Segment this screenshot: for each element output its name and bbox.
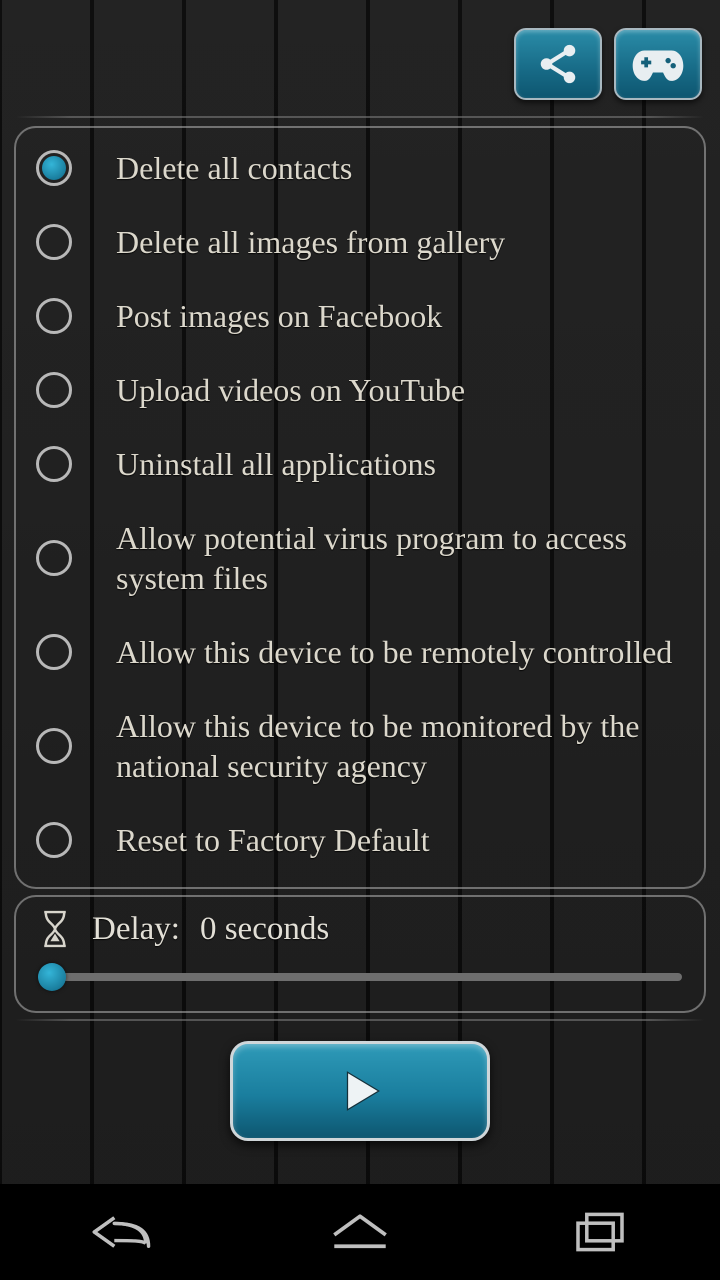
radio-button[interactable]: [36, 446, 72, 482]
option-label: Allow this device to be monitored by the…: [116, 706, 684, 786]
delay-panel: Delay: 0 seconds: [14, 895, 706, 1013]
option-label: Post images on Facebook: [116, 296, 442, 336]
delay-label: Delay:: [92, 911, 180, 948]
android-navbar: [0, 1184, 720, 1280]
option-label: Uninstall all applications: [116, 444, 436, 484]
option-label: Delete all images from gallery: [116, 222, 505, 262]
share-icon: [535, 41, 581, 87]
option-row[interactable]: Allow this device to be monitored by the…: [36, 706, 684, 786]
radio-button[interactable]: [36, 298, 72, 334]
option-label: Reset to Factory Default: [116, 820, 430, 860]
slider-thumb[interactable]: [38, 963, 66, 991]
home-icon: [328, 1212, 392, 1252]
option-row[interactable]: Reset to Factory Default: [36, 820, 684, 860]
nav-recents-button[interactable]: [510, 1196, 690, 1268]
option-label: Delete all contacts: [116, 148, 352, 188]
options-panel[interactable]: Delete all contacts Delete all images fro…: [14, 126, 706, 889]
option-row[interactable]: Delete all contacts: [36, 148, 684, 188]
option-row[interactable]: Allow this device to be remotely control…: [36, 632, 684, 672]
hourglass-icon: [38, 909, 72, 949]
nav-home-button[interactable]: [270, 1196, 450, 1268]
radio-button[interactable]: [36, 540, 72, 576]
option-row[interactable]: Upload videos on YouTube: [36, 370, 684, 410]
back-icon: [85, 1212, 155, 1252]
share-button[interactable]: [514, 28, 602, 100]
divider: [16, 116, 704, 118]
divider: [16, 1019, 704, 1021]
games-button[interactable]: [614, 28, 702, 100]
delay-value: 0 seconds: [200, 911, 329, 948]
radio-button[interactable]: [36, 372, 72, 408]
recents-icon: [572, 1210, 628, 1254]
radio-button[interactable]: [36, 224, 72, 260]
gamepad-icon: [631, 44, 685, 84]
option-row[interactable]: Delete all images from gallery: [36, 222, 684, 262]
radio-button[interactable]: [36, 728, 72, 764]
option-row[interactable]: Uninstall all applications: [36, 444, 684, 484]
option-label: Allow this device to be remotely control…: [116, 632, 672, 672]
play-button[interactable]: [230, 1041, 490, 1141]
delay-slider[interactable]: [38, 963, 682, 989]
radio-button[interactable]: [36, 822, 72, 858]
play-icon: [335, 1066, 385, 1116]
radio-button[interactable]: [36, 634, 72, 670]
option-row[interactable]: Post images on Facebook: [36, 296, 684, 336]
option-row[interactable]: Allow potential virus program to access …: [36, 518, 684, 598]
option-label: Allow potential virus program to access …: [116, 518, 684, 598]
option-label: Upload videos on YouTube: [116, 370, 465, 410]
nav-back-button[interactable]: [30, 1196, 210, 1268]
slider-track: [38, 973, 682, 981]
radio-button[interactable]: [36, 150, 72, 186]
